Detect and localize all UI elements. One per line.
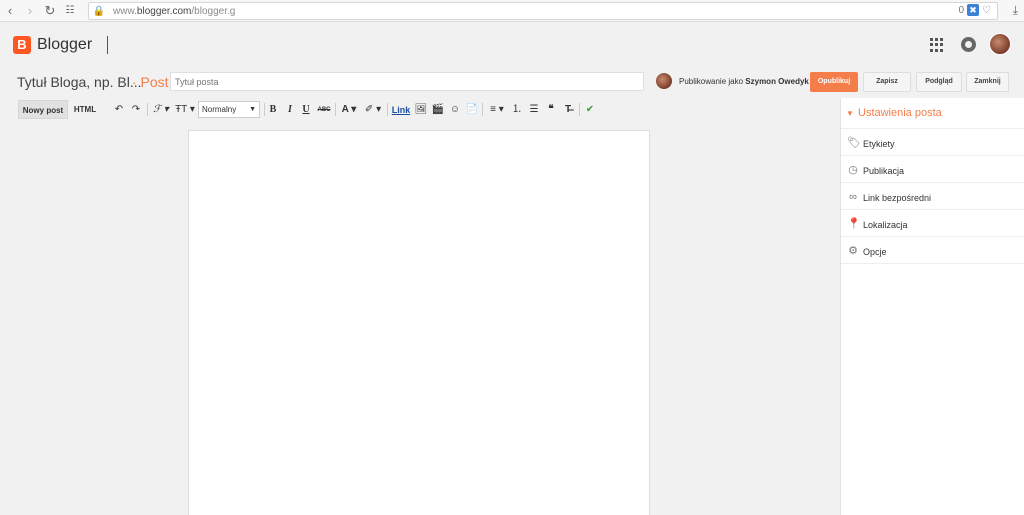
caret-down-icon: ▼	[846, 109, 854, 118]
header-divider	[107, 36, 108, 54]
author-avatar	[656, 73, 672, 89]
emoji-icon[interactable]: ☺	[448, 103, 462, 117]
bullet-list-icon[interactable]: ☰	[527, 103, 541, 117]
font-size-icon[interactable]: ŦT ▾	[174, 103, 196, 117]
image-icon[interactable]: 🖼	[414, 103, 428, 117]
publishing-as-user: Szymon Owedyk	[745, 77, 809, 86]
app-header: B Blogger	[0, 22, 1024, 66]
sidebar-item-label: Etykiety	[863, 139, 895, 149]
pin-icon: 📍	[847, 218, 861, 230]
reload-icon[interactable]: ↻	[40, 0, 60, 22]
sidebar-item-options[interactable]: ⚙ Opcje	[841, 237, 1024, 264]
sidebar-item-label: Publikacja	[863, 166, 905, 176]
jump-break-icon[interactable]: 📄	[465, 103, 479, 117]
underline-button[interactable]: U	[300, 103, 312, 117]
bold-button[interactable]: B	[267, 103, 279, 117]
toolbar-divider	[335, 103, 336, 116]
toolbar-divider	[482, 103, 483, 116]
gear-icon: ⚙	[848, 245, 858, 257]
link-icon: ∞	[849, 191, 857, 203]
notifications-icon[interactable]	[961, 37, 976, 52]
format-select[interactable]: Normalny ▼	[198, 101, 260, 118]
post-title-row: Tytuł Bloga, np. Bl... · Post Publikowan…	[0, 66, 1024, 98]
sidebar-item-label: Lokalizacja	[863, 220, 908, 230]
undo-icon[interactable]: ↶	[112, 103, 126, 117]
app-name[interactable]: Blogger	[37, 36, 92, 54]
section-label: · Post	[132, 74, 169, 90]
blog-title[interactable]: Tytuł Bloga, np. Bl...	[17, 74, 142, 90]
toolbar-divider	[264, 103, 265, 116]
heart-icon[interactable]: ♡	[982, 5, 991, 16]
address-bar[interactable]: 🔒 www.blogger.com/blogger.g 0 ✖ ♡	[88, 2, 998, 20]
post-settings-header[interactable]: ▼ Ustawienia posta	[841, 98, 1024, 129]
sidebar-item-location[interactable]: 📍 Lokalizacja	[841, 210, 1024, 237]
video-icon[interactable]: 🎬	[431, 103, 445, 117]
link-button[interactable]: Link	[391, 103, 411, 117]
highlight-icon[interactable]: ✐ ▾	[362, 103, 384, 117]
extension-icon[interactable]: ✖	[967, 4, 980, 16]
post-body-editor[interactable]	[188, 130, 650, 515]
toolbar-divider	[387, 103, 388, 116]
clear-format-icon[interactable]: T̶	[561, 103, 575, 117]
sidebar-item-label: Link bezpośredni	[863, 193, 932, 203]
publishing-as-text: Publikowanie jako Szymon Owedyk	[679, 77, 809, 86]
forward-icon[interactable]: ›	[20, 0, 40, 22]
speed-dial-icon[interactable]: ☷	[60, 0, 80, 22]
sidebar-item-permalink[interactable]: ∞ Link bezpośredni	[841, 183, 1024, 210]
toolbar-divider	[579, 103, 580, 116]
html-mode-tab[interactable]: HTML	[68, 100, 102, 119]
sidebar-item-schedule[interactable]: ◷ Publikacja	[841, 156, 1024, 183]
chevron-down-icon: ▼	[249, 106, 256, 113]
lock-icon: 🔒	[92, 5, 106, 17]
strikethrough-button[interactable]: ABC	[316, 103, 332, 117]
align-icon[interactable]: ≡ ▾	[486, 103, 508, 117]
font-family-icon[interactable]: ℱ ▾	[150, 103, 172, 117]
post-title-input[interactable]	[170, 72, 644, 91]
sidebar-item-labels[interactable]: 🏷 Etykiety	[841, 129, 1024, 156]
apps-grid-icon[interactable]	[930, 38, 944, 52]
blogger-logo-icon[interactable]: B	[13, 36, 31, 54]
account-avatar[interactable]	[989, 33, 1011, 55]
download-icon[interactable]: ⤓	[1013, 3, 1018, 18]
browser-toolbar: ‹ › ↻ ☷ 🔒 www.blogger.com/blogger.g 0 ✖ …	[0, 0, 1024, 22]
tag-icon: 🏷	[847, 137, 861, 149]
post-settings-sidebar: ▼ Ustawienia posta 🏷 Etykiety ◷ Publikac…	[840, 98, 1024, 515]
extension-count: 0	[958, 4, 965, 16]
spellcheck-icon[interactable]: ✔	[583, 103, 597, 117]
preview-button[interactable]: Podgląd	[916, 72, 962, 92]
post-settings-title: Ustawienia posta	[858, 107, 942, 119]
url-text: www.blogger.com/blogger.g	[113, 5, 236, 17]
numbered-list-icon[interactable]: ⒈	[510, 103, 524, 117]
format-select-value: Normalny	[202, 105, 237, 114]
save-button[interactable]: Zapisz	[863, 72, 911, 92]
compose-mode-tab[interactable]: Nowy post	[18, 100, 68, 119]
close-button[interactable]: Zamknij	[966, 72, 1009, 92]
editor-toolbar: Nowy post HTML ↶ ↷ ℱ ▾ ŦT ▾ Normalny ▼ B…	[0, 98, 840, 122]
back-icon[interactable]: ‹	[0, 0, 20, 22]
publish-button[interactable]: Opublikuj	[810, 72, 858, 92]
text-color-icon[interactable]: A ▾	[338, 103, 360, 117]
redo-icon[interactable]: ↷	[129, 103, 143, 117]
quote-icon[interactable]: ❝	[544, 103, 558, 117]
toolbar-divider	[147, 103, 148, 116]
italic-button[interactable]: I	[284, 103, 296, 117]
sidebar-item-label: Opcje	[863, 247, 887, 257]
clock-icon: ◷	[848, 164, 858, 176]
